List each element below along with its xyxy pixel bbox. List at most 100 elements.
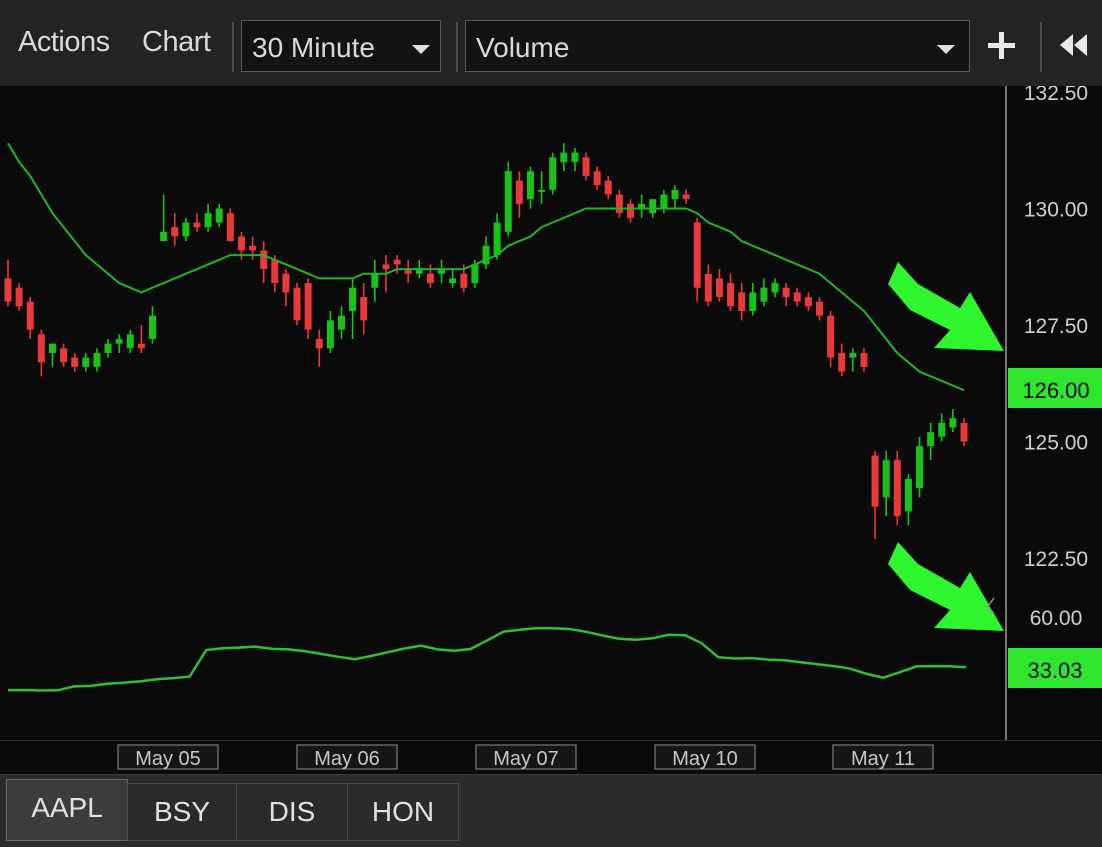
candle [660, 189, 668, 214]
collapse-panel-button[interactable] [1058, 31, 1098, 61]
candle [849, 348, 857, 372]
candle-body [449, 278, 457, 284]
price-chart[interactable]: 132.50 130.00 127.50 125.00 122.50 60.00 126.… [0, 86, 1102, 740]
candle-body [849, 352, 857, 358]
tab-label: BSY [153, 796, 211, 827]
candle-body [571, 152, 579, 162]
candle-body [182, 222, 190, 237]
candle-body [504, 171, 512, 232]
tab-label: DIS [268, 796, 316, 827]
candle [893, 450, 901, 526]
candle [193, 213, 201, 232]
candle-body [48, 343, 56, 353]
candle-body [271, 259, 279, 284]
candle-body [160, 231, 168, 242]
candle [838, 343, 846, 377]
candle-body [215, 208, 223, 223]
candle [760, 278, 768, 307]
candle [693, 217, 701, 302]
chart-menu[interactable]: Chart [142, 26, 211, 59]
candle [749, 283, 757, 316]
candle-body [760, 287, 768, 302]
price-tick-label: 122.50 [1024, 548, 1088, 571]
candle-body [460, 273, 468, 288]
candle [4, 259, 12, 307]
current-volume-value: 33.03 [1027, 658, 1082, 683]
candle-body [293, 287, 301, 321]
candle-body [916, 446, 924, 489]
candle-body [615, 194, 623, 214]
candle-body [137, 343, 145, 349]
candle [215, 203, 223, 228]
candles-layer [4, 143, 968, 540]
candle-body [371, 273, 379, 288]
candle-body [349, 287, 357, 312]
candle-body [226, 213, 234, 242]
candle-body [815, 301, 823, 316]
candle [449, 269, 457, 288]
candle [37, 329, 45, 377]
candle-body [282, 273, 290, 293]
tab-bsy[interactable]: BSY [127, 783, 237, 841]
candle [682, 189, 690, 204]
candle [171, 213, 179, 246]
candle-body [237, 236, 245, 251]
candle-body [771, 283, 779, 293]
candle [827, 311, 835, 367]
tab-aapl[interactable]: AAPL [6, 779, 128, 841]
candle-body [260, 250, 268, 270]
price-axis: 132.50 130.00 127.50 125.00 122.50 60.00 [1024, 86, 1088, 630]
candle-body [526, 171, 534, 200]
candle [882, 450, 890, 517]
candle [704, 264, 712, 307]
tab-hon[interactable]: HON [347, 783, 459, 841]
candle-body [15, 287, 23, 307]
date-label-text: May 07 [493, 748, 559, 770]
candle [571, 147, 579, 172]
candle [904, 474, 912, 526]
date-label: May 07 [475, 744, 577, 770]
current-price-value: 126.00 [1022, 378, 1089, 403]
candle-body [304, 283, 312, 330]
add-indicator-button[interactable] [984, 28, 1018, 62]
tab-dis[interactable]: DIS [236, 783, 348, 841]
candle [515, 171, 523, 218]
interval-dropdown[interactable]: 30 Minute [241, 20, 441, 72]
candle [15, 283, 23, 312]
date-label: May 05 [117, 744, 219, 770]
candle-body [315, 338, 323, 349]
candle-body [538, 189, 546, 192]
candle [949, 408, 957, 433]
candle [916, 436, 924, 498]
candle-body [515, 180, 523, 204]
double-chevron-left-icon [1060, 34, 1073, 56]
price-tick-label: 132.50 [1024, 86, 1088, 105]
candle-body [804, 297, 812, 307]
candle-body [593, 171, 601, 186]
price-tick-label: 127.50 [1024, 315, 1088, 338]
candle-body [82, 357, 90, 367]
indicator-dropdown[interactable]: Volume [465, 20, 970, 72]
candle [304, 278, 312, 339]
candle-body [927, 432, 935, 447]
candle-body [793, 292, 801, 302]
candle-body [560, 152, 568, 162]
candle-body [627, 203, 635, 218]
candle-body [827, 315, 835, 358]
candle [938, 413, 946, 442]
chart-area[interactable]: 132.50 130.00 127.50 125.00 122.50 60.00 126.… [0, 86, 1102, 740]
actions-menu[interactable]: Actions [18, 26, 110, 59]
candle-body [660, 194, 668, 209]
candle-body [871, 455, 879, 507]
candle-body [838, 352, 846, 372]
candle [671, 185, 679, 209]
candle-body [360, 297, 368, 321]
chevron-down-icon [412, 45, 430, 54]
arrow-icon [888, 262, 1004, 351]
toolbar-separator [456, 22, 458, 72]
candle [960, 418, 968, 447]
toolbar-separator [232, 22, 234, 72]
toolbar-separator [1040, 22, 1042, 72]
candle [115, 334, 123, 353]
candle [360, 283, 368, 335]
